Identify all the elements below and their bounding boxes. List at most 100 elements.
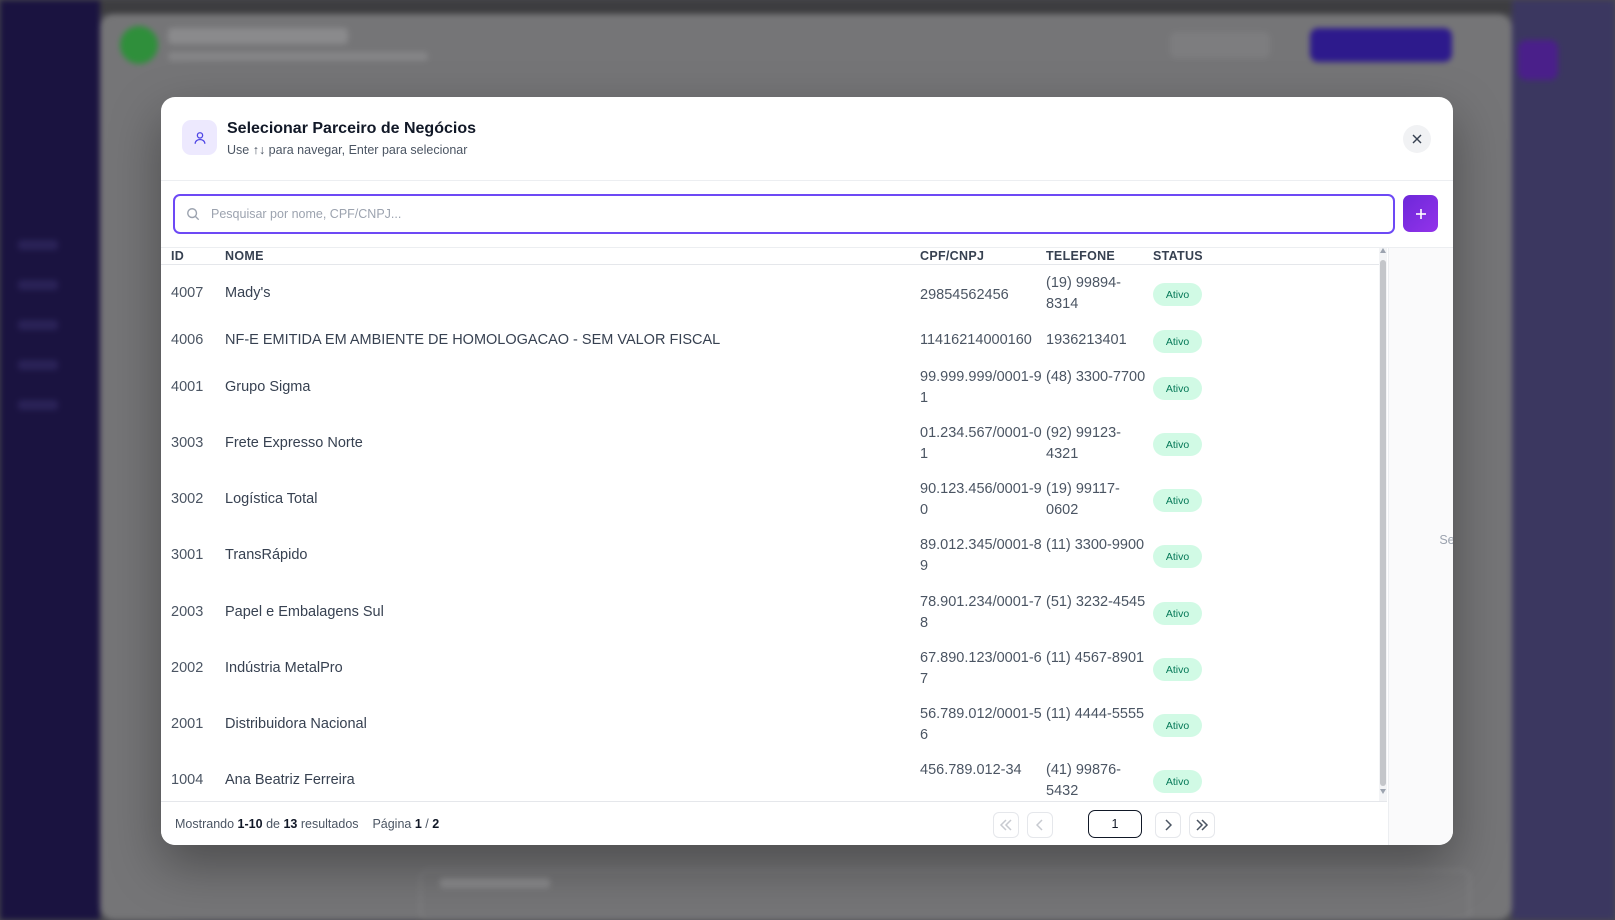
table-scrollbar[interactable]: [1379, 248, 1387, 801]
status-badge: Ativo: [1153, 602, 1202, 625]
cell-id: 4001: [171, 379, 204, 395]
cell-id: 3002: [171, 491, 204, 507]
table-row[interactable]: 2002 Indústria MetalPro 67.890.123/0001-…: [161, 641, 1379, 697]
empty-selection-text: Selecione um parceiro: [1439, 533, 1453, 547]
close-button[interactable]: [1403, 125, 1431, 153]
cell-nome: Papel e Embalagens Sul: [225, 604, 384, 620]
plus-icon: [1415, 208, 1426, 219]
results-range: 1-10: [237, 817, 263, 831]
table-row[interactable]: 3001 TransRápido 89.012.345/0001-89 (11)…: [161, 528, 1379, 584]
cell-cpf-cnpj: 11416214000160: [920, 332, 1032, 348]
cell-cpf-cnpj: 456.789.012-34: [920, 762, 1022, 778]
scrollbar-thumb[interactable]: [1380, 260, 1386, 786]
cell-telefone: (19) 99117-0602: [1046, 481, 1120, 518]
cell-nome: Indústria MetalPro: [225, 660, 343, 676]
cell-telefone: (92) 99123-4321: [1046, 425, 1121, 462]
cell-cpf-cnpj: 01.234.567/0001-01: [920, 425, 1042, 462]
search-input[interactable]: [211, 196, 1393, 232]
cell-nome: Ana Beatriz Ferreira: [225, 772, 355, 788]
table-row[interactable]: 2001 Distribuidora Nacional 56.789.012/0…: [161, 697, 1379, 753]
cell-nome: Distribuidora Nacional: [225, 716, 367, 732]
page-number-input[interactable]: [1088, 810, 1142, 838]
partner-detail-panel: Selecione um parceiro: [1388, 248, 1453, 845]
cell-cpf-cnpj: 67.890.123/0001-67: [920, 650, 1042, 687]
cell-telefone: (11) 3300-9900: [1046, 537, 1145, 553]
cell-nome: NF-E EMITIDA EM AMBIENTE DE HOMOLOGACAO …: [225, 332, 721, 348]
search-icon: [175, 207, 211, 221]
scroll-down-arrow-icon[interactable]: [1379, 789, 1387, 799]
cell-telefone: (19) 99894-8314: [1046, 275, 1121, 312]
cell-cpf-cnpj: 56.789.012/0001-56: [920, 706, 1042, 743]
background-sidebar: [0, 0, 100, 920]
double-chevron-left-icon: [999, 819, 1012, 831]
background-title: [168, 28, 348, 44]
status-badge: Ativo: [1153, 658, 1202, 681]
partner-select-modal: Selecionar Parceiro de Negócios Use ↑↓ p…: [161, 97, 1453, 845]
cell-cpf-cnpj: 29854562456: [920, 287, 1009, 303]
cell-telefone: (41) 99876-5432: [1046, 762, 1121, 799]
add-partner-button[interactable]: [1403, 195, 1438, 232]
cell-nome: TransRápido: [225, 547, 308, 563]
total-pages: 2: [432, 817, 440, 831]
first-page-button[interactable]: [993, 812, 1019, 838]
table-row[interactable]: 3002 Logística Total 90.123.456/0001-90 …: [161, 472, 1379, 528]
page-separator: /: [425, 817, 429, 831]
pagination-footer: Mostrando 1-10 de 13 resultados Página 1…: [161, 801, 1387, 845]
header-cpf-cnpj: CPF/CNPJ: [920, 249, 985, 263]
cell-nome: Mady's: [225, 285, 271, 301]
cell-telefone: (48) 3300-7700: [1046, 369, 1146, 385]
user-icon: [182, 120, 217, 155]
cell-telefone: (11) 4444-5555: [1046, 706, 1145, 722]
cell-cpf-cnpj: 78.901.234/0001-78: [920, 594, 1042, 631]
background-field-label: [440, 878, 550, 888]
cell-cpf-cnpj: 99.999.999/0001-91: [920, 369, 1042, 406]
current-page: 1: [414, 817, 422, 831]
table-row[interactable]: 4001 Grupo Sigma 99.999.999/0001-91 (48)…: [161, 360, 1379, 416]
cell-nome: Logística Total: [225, 491, 318, 507]
modal-header: Selecionar Parceiro de Negócios Use ↑↓ p…: [161, 97, 1453, 181]
cell-id: 4007: [171, 285, 204, 301]
background-top-strip: [0, 0, 1615, 14]
results-total: 13: [283, 817, 298, 831]
background-logo: [120, 26, 158, 64]
showing-label: Mostrando: [175, 817, 235, 831]
table-row[interactable]: 1004 Ana Beatriz Ferreira 456.789.012-34…: [161, 753, 1379, 801]
background-secondary-button: [1170, 32, 1270, 58]
modal-title: Selecionar Parceiro de Negócios: [227, 120, 476, 137]
cell-id: 2002: [171, 660, 204, 676]
results-summary: Mostrando 1-10 de 13 resultados Página 1…: [175, 817, 439, 831]
cell-id: 4006: [171, 332, 204, 348]
close-icon: [1412, 134, 1422, 144]
status-badge: Ativo: [1153, 283, 1202, 306]
cell-cpf-cnpj: 89.012.345/0001-89: [920, 537, 1042, 574]
double-chevron-right-icon: [1196, 819, 1209, 831]
header-id: ID: [171, 249, 185, 263]
status-badge: Ativo: [1153, 433, 1202, 456]
cell-id: 2003: [171, 604, 204, 620]
status-badge: Ativo: [1153, 330, 1202, 353]
chevron-right-icon: [1165, 819, 1172, 831]
cell-nome: Grupo Sigma: [225, 379, 311, 395]
last-page-button[interactable]: [1189, 812, 1215, 838]
status-badge: Ativo: [1153, 377, 1202, 400]
scroll-up-arrow-icon[interactable]: [1379, 248, 1387, 258]
results-label: resultados: [300, 817, 359, 831]
status-badge: Ativo: [1153, 545, 1202, 568]
of-label: de: [266, 817, 280, 831]
cell-id: 3001: [171, 547, 204, 563]
previous-page-button[interactable]: [1027, 812, 1053, 838]
table-row[interactable]: 2003 Papel e Embalagens Sul 78.901.234/0…: [161, 585, 1379, 641]
background-subtitle: [168, 52, 428, 61]
search-field[interactable]: [173, 194, 1395, 234]
next-page-button[interactable]: [1155, 812, 1181, 838]
cell-cpf-cnpj: 90.123.456/0001-90: [920, 481, 1042, 518]
background-field: [420, 870, 1470, 920]
table-header: ID NOME CPF/CNPJ TELEFONE STATUS: [161, 248, 1379, 265]
background-primary-button: [1310, 28, 1452, 62]
table-row[interactable]: 3003 Frete Expresso Norte 01.234.567/000…: [161, 416, 1379, 472]
chevron-left-icon: [1036, 819, 1043, 831]
header-status: STATUS: [1153, 249, 1203, 263]
header-telefone: TELEFONE: [1046, 249, 1116, 263]
status-badge: Ativo: [1153, 770, 1202, 793]
modal-subtitle: Use ↑↓ para navegar, Enter para selecion…: [227, 143, 468, 157]
